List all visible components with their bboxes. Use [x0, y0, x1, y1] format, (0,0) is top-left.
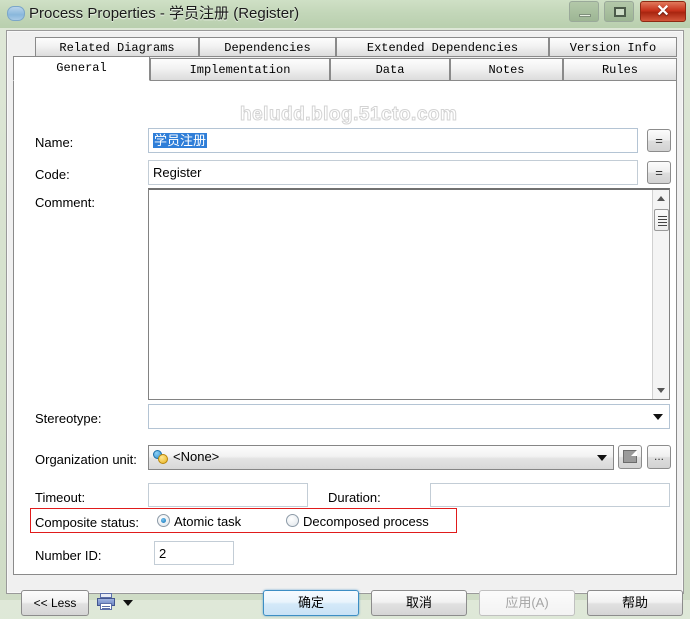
radio-atomic-task[interactable]	[157, 514, 170, 527]
name-value: 学员注册	[153, 133, 208, 148]
code-label: Code:	[35, 167, 70, 182]
organization-unit-value: <None>	[173, 449, 220, 464]
comment-label: Comment:	[35, 195, 95, 210]
code-equals-button[interactable]: =	[647, 161, 671, 184]
help-button[interactable]: 帮助	[587, 590, 683, 616]
code-value: Register	[153, 165, 202, 180]
process-icon	[7, 6, 25, 21]
duration-input[interactable]	[430, 483, 670, 507]
scrollbar-thumb[interactable]	[654, 209, 669, 231]
comment-textarea[interactable]	[148, 188, 670, 400]
timeout-input[interactable]	[148, 483, 308, 507]
process-properties-window: Process Properties - 学员注册 (Register) ✕ R…	[0, 0, 690, 616]
tab-implementation[interactable]: Implementation	[150, 58, 330, 81]
maximize-button[interactable]	[604, 1, 635, 22]
radio-atomic-task-label[interactable]: Atomic task	[174, 514, 241, 529]
number-id-value: 2	[159, 546, 167, 561]
chevron-down-icon[interactable]	[123, 600, 133, 606]
printer-icon[interactable]	[97, 593, 115, 610]
stereotype-combo[interactable]	[148, 404, 670, 429]
code-input[interactable]: Register	[148, 160, 638, 185]
tab-general[interactable]: General	[13, 56, 150, 81]
dialog-client-area: Related Diagrams Dependencies Extended D…	[6, 30, 684, 616]
number-id-label: Number ID:	[35, 548, 102, 563]
chevron-down-icon	[597, 455, 607, 461]
tab-strip: Related Diagrams Dependencies Extended D…	[13, 37, 677, 81]
tab-notes[interactable]: Notes	[450, 58, 563, 81]
cancel-button[interactable]: 取消	[371, 590, 467, 616]
tab-rules[interactable]: Rules	[563, 58, 677, 81]
apply-button: 应用(A)	[479, 590, 575, 616]
minimize-button[interactable]	[568, 1, 599, 22]
name-input[interactable]: 学员注册	[148, 128, 638, 153]
tab-dependencies[interactable]: Dependencies	[199, 37, 336, 57]
scroll-up-icon[interactable]	[653, 190, 670, 207]
users-icon	[153, 450, 169, 465]
ok-button[interactable]: 确定	[263, 590, 359, 616]
organization-unit-label: Organization unit:	[35, 452, 137, 467]
tab-version-info[interactable]: Version Info	[549, 37, 677, 57]
radio-decomposed-process-label[interactable]: Decomposed process	[303, 514, 429, 529]
tab-data[interactable]: Data	[330, 58, 450, 81]
window-controls: ✕	[567, 1, 686, 23]
close-button[interactable]: ✕	[640, 1, 686, 22]
properties-icon	[623, 450, 637, 463]
watermark-text: heludd.blog.51cto.com	[239, 104, 458, 126]
tab-extended-dependencies[interactable]: Extended Dependencies	[336, 37, 549, 57]
window-title: Process Properties - 学员注册 (Register)	[29, 5, 300, 22]
organization-unit-browse-button[interactable]: ...	[647, 445, 671, 469]
composite-status-label: Composite status:	[35, 515, 140, 530]
organization-unit-combo[interactable]: <None>	[148, 445, 614, 470]
comment-scrollbar[interactable]	[652, 190, 669, 399]
close-icon: ✕	[656, 3, 670, 20]
organization-unit-properties-button[interactable]	[618, 445, 642, 469]
name-label: Name:	[35, 135, 74, 150]
less-button[interactable]: << Less	[21, 590, 89, 616]
scroll-down-icon[interactable]	[653, 382, 670, 399]
tab-related-diagrams[interactable]: Related Diagrams	[35, 37, 199, 57]
chevron-down-icon	[653, 414, 663, 420]
name-equals-button[interactable]: =	[647, 129, 671, 152]
general-tab-panel: Name: 学员注册 = Code: Register = Comment: S…	[13, 80, 677, 575]
timeout-label: Timeout:	[35, 490, 86, 505]
stereotype-label: Stereotype:	[35, 411, 102, 426]
dialog-footer: << Less 确定 取消 应用(A) 帮助	[13, 577, 683, 619]
duration-label: Duration:	[328, 490, 381, 505]
number-id-input[interactable]: 2	[154, 541, 234, 565]
radio-decomposed-process[interactable]	[286, 514, 299, 527]
title-bar[interactable]: Process Properties - 学员注册 (Register) ✕	[0, 0, 690, 28]
